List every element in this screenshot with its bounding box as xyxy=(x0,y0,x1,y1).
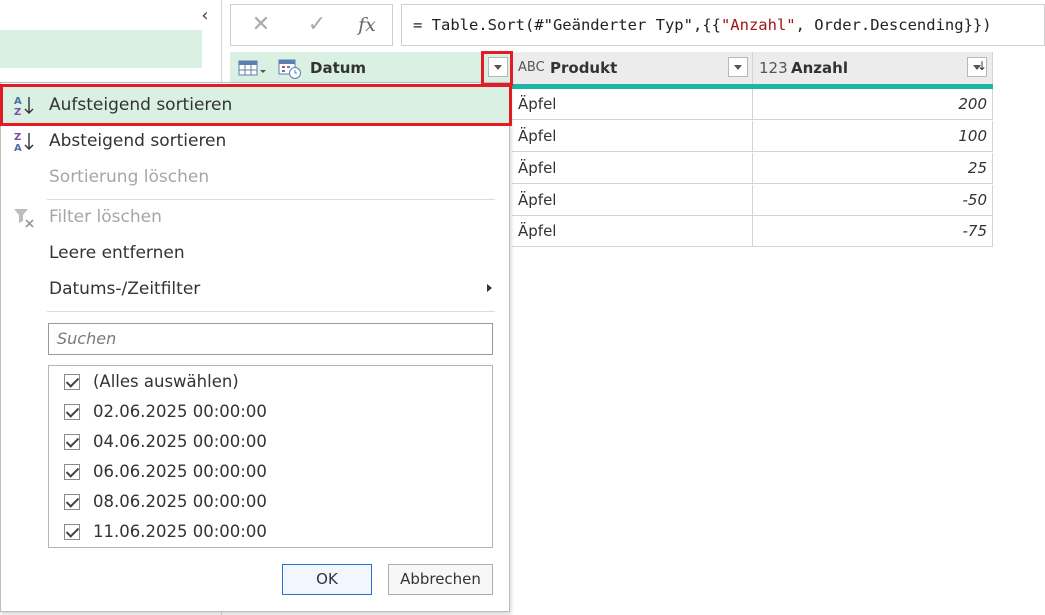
list-item-label: 11.06.2025 00:00:00 xyxy=(93,522,267,541)
column-header-label: Datum xyxy=(310,59,367,77)
svg-text:Z: Z xyxy=(14,107,21,118)
formula-suffix: , Order.Descending}}) xyxy=(795,16,992,34)
table-cell-anzahl[interactable]: 200 xyxy=(753,89,993,120)
list-item-label: 04.06.2025 00:00:00 xyxy=(93,432,267,451)
list-item[interactable]: 02.06.2025 00:00:00 xyxy=(49,397,492,427)
list-item[interactable]: 11.06.2025 00:00:00 xyxy=(49,517,492,547)
formula-string-literal: "Anzahl" xyxy=(720,16,796,34)
collapse-pane-chevron-left-icon[interactable]: ‹ xyxy=(196,5,214,27)
list-item-label: 08.06.2025 00:00:00 xyxy=(93,492,267,511)
query-item-selected[interactable] xyxy=(0,30,202,68)
text-type-icon[interactable]: ABC xyxy=(518,52,545,84)
formula-prefix: = Table.Sort(#"Geänderter Typ",{{ xyxy=(413,16,721,34)
table-cell-produkt[interactable]: Äpfel xyxy=(512,185,753,216)
column-header-produkt[interactable]: ABC Produkt xyxy=(512,52,753,84)
table-cell-produkt[interactable]: Äpfel xyxy=(512,89,753,120)
table-cell-produkt[interactable]: Äpfel xyxy=(512,153,753,184)
number-type-icon[interactable]: 123 xyxy=(759,52,788,84)
menu-item-remove-empty[interactable]: Leere entfernen xyxy=(1,235,509,271)
datetime-type-icon[interactable] xyxy=(278,58,302,84)
formula-input[interactable]: = Table.Sort(#"Geänderter Typ",{{"Anzahl… xyxy=(401,4,1045,46)
list-item[interactable]: 06.06.2025 00:00:00 xyxy=(49,457,492,487)
menu-item-clear-sort[interactable]: Sortierung löschen xyxy=(1,159,509,195)
fx-icon[interactable]: fx xyxy=(343,5,391,45)
menu-item-label: Aufsteigend sortieren xyxy=(49,95,233,115)
table-cell-produkt[interactable]: Äpfel xyxy=(512,216,753,247)
search-input[interactable]: Suchen xyxy=(48,323,493,355)
svg-text:Z: Z xyxy=(14,132,21,143)
formula-buttons: ✕ ✓ fx xyxy=(230,4,393,46)
checkbox-checked[interactable] xyxy=(64,524,80,540)
menu-item-label: Datums-/Zeitfilter xyxy=(49,279,201,299)
menu-item-label: Leere entfernen xyxy=(49,243,185,263)
filter-value-list: (Alles auswählen) 02.06.2025 00:00:00 04… xyxy=(48,365,493,548)
table-cell-anzahl[interactable]: 25 xyxy=(753,153,993,184)
column-header-label: Anzahl xyxy=(791,59,848,77)
ok-button[interactable]: OK xyxy=(282,564,372,595)
table-cell-anzahl[interactable]: -75 xyxy=(753,216,993,247)
menu-item-label: Sortierung löschen xyxy=(49,167,210,187)
list-item-label: (Alles auswählen) xyxy=(93,372,239,391)
checkbox-checked[interactable] xyxy=(64,494,80,510)
menu-item-label: Filter löschen xyxy=(49,207,162,227)
column-header-label: Produkt xyxy=(550,59,618,77)
list-item[interactable]: 08.06.2025 00:00:00 xyxy=(49,487,492,517)
menu-item-label: Absteigend sortieren xyxy=(49,131,227,151)
sort-ascending-icon: AZ xyxy=(13,94,37,118)
list-item-select-all[interactable]: (Alles auswählen) xyxy=(49,367,492,397)
table-cell-anzahl[interactable]: 100 xyxy=(753,121,993,152)
column-header-anzahl[interactable]: 123 Anzahl ↓ xyxy=(753,52,993,84)
filter-dropdown-datum[interactable] xyxy=(488,57,508,77)
checkbox-checked[interactable] xyxy=(64,434,80,450)
filter-dropdown-anzahl-sorted[interactable]: ↓ xyxy=(967,57,987,77)
sort-descending-arrow-icon: ↓ xyxy=(976,59,987,73)
menu-item-datetime-filter[interactable]: Datums-/Zeitfilter xyxy=(1,271,509,307)
menu-item-sort-descending[interactable]: ZA Absteigend sortieren xyxy=(1,123,509,159)
checkbox-checked[interactable] xyxy=(64,404,80,420)
clear-filter-icon xyxy=(13,206,37,230)
cancel-x-icon[interactable]: ✕ xyxy=(237,5,285,45)
confirm-check-icon[interactable]: ✓ xyxy=(293,5,341,45)
list-item-label: 06.06.2025 00:00:00 xyxy=(93,462,267,481)
list-item-label: 02.06.2025 00:00:00 xyxy=(93,402,267,421)
table-menu-icon[interactable] xyxy=(238,60,266,80)
submenu-arrow-icon xyxy=(487,284,492,292)
cancel-button[interactable]: Abbrechen xyxy=(388,564,493,595)
checkbox-checked[interactable] xyxy=(64,374,80,390)
list-item[interactable]: 04.06.2025 00:00:00 xyxy=(49,427,492,457)
menu-item-clear-filter[interactable]: Filter löschen xyxy=(1,199,509,235)
checkbox-checked[interactable] xyxy=(64,464,80,480)
svg-text:A: A xyxy=(14,143,22,154)
svg-text:A: A xyxy=(14,96,22,107)
column-header-datum[interactable]: Datum xyxy=(230,52,512,84)
menu-separator xyxy=(47,311,495,312)
table-cell-anzahl[interactable]: -50 xyxy=(753,185,993,216)
menu-item-sort-ascending[interactable]: AZ Aufsteigend sortieren xyxy=(1,87,509,123)
filter-dropdown-produkt[interactable] xyxy=(728,57,748,77)
table-cell-produkt[interactable]: Äpfel xyxy=(512,121,753,152)
sort-descending-icon: ZA xyxy=(13,130,37,154)
